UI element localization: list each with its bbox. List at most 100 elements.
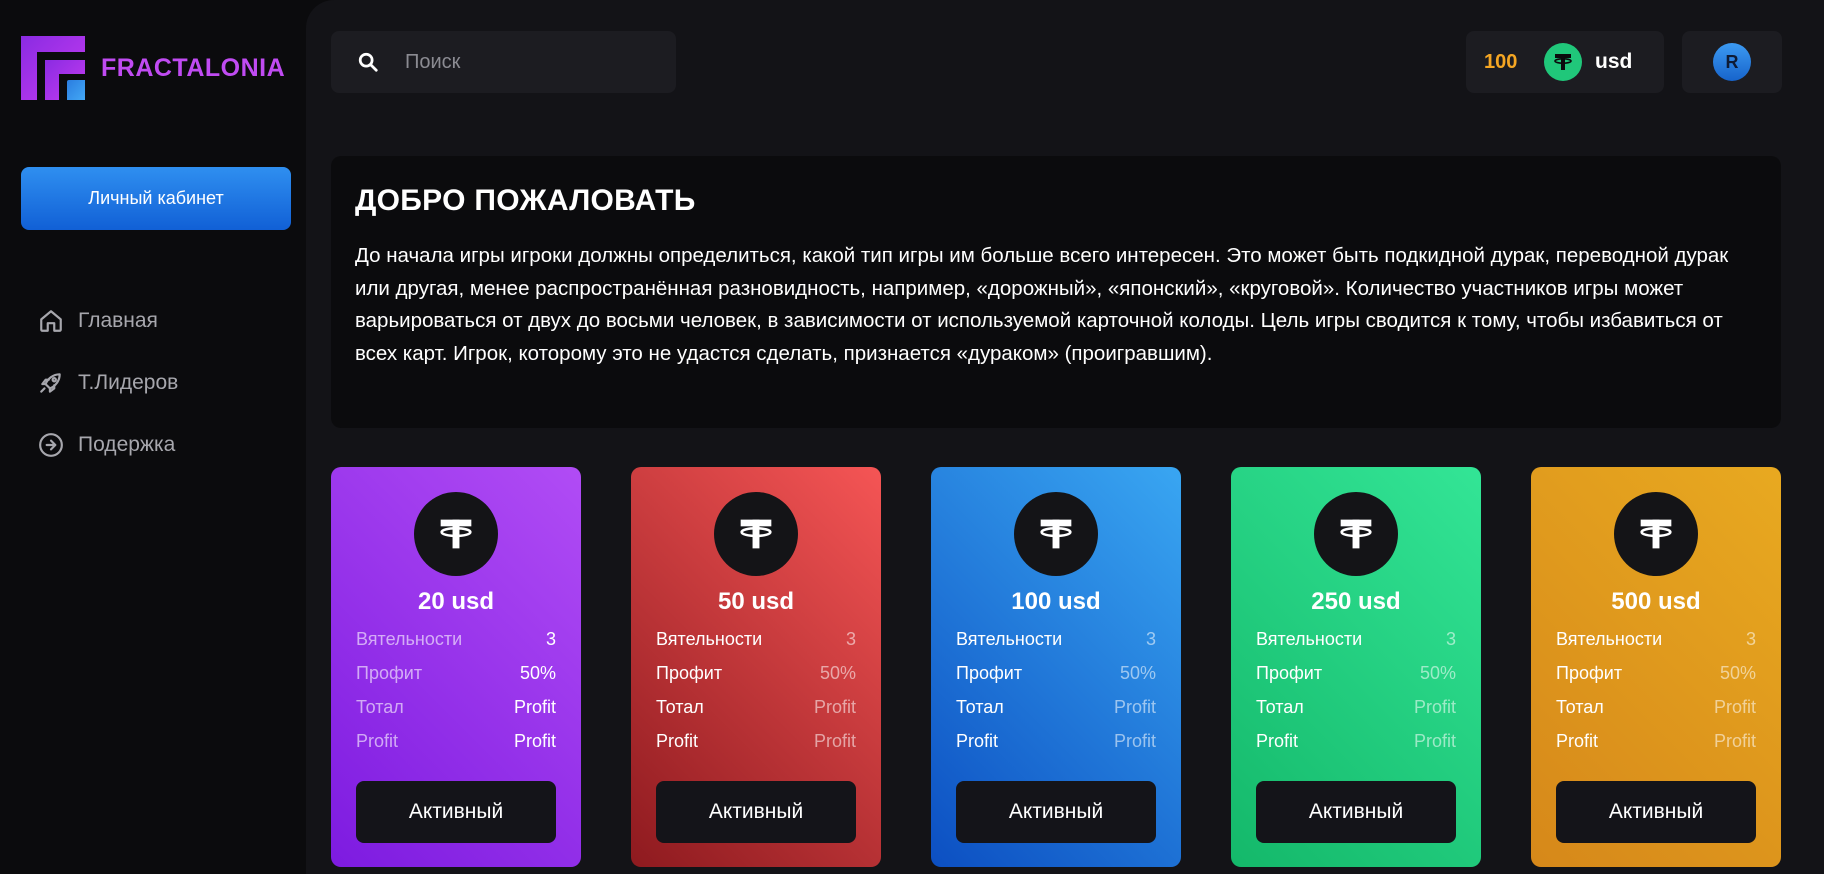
home-icon [38,308,64,334]
sidebar-item-label: Подержка [78,433,176,456]
activate-button[interactable]: Активный [1556,781,1756,843]
card-row: Вятельности 3 [1256,622,1456,656]
rocket-icon [38,370,64,396]
tariff-card-20: 20 usd Вятельности 3 Профит 50% Тотал Profi… [331,467,581,867]
card-row: Вятельности 3 [956,622,1156,656]
card-row-label: Вятельности [956,628,1063,649]
card-row-label: Профит [956,662,1023,683]
card-row-label: Profit [656,730,699,751]
card-row: Профит 50% [956,656,1156,690]
card-row: Профит 50% [356,656,556,690]
tether-icon [714,492,798,576]
card-row-label: Profit [956,730,999,751]
personal-cabinet-button[interactable]: Личный кабинет [21,167,291,230]
card-row-value: Profit [1113,696,1156,717]
card-row-label: Profit [356,730,399,751]
card-row-value: 3 [1745,628,1756,649]
logo[interactable]: FRACTALONIA [21,36,285,100]
card-row: Тотал Profit [356,690,556,724]
card-row-value: 3 [545,628,556,649]
welcome-title: ДОБРО ПОЖАЛОВАТЬ [355,184,696,217]
card-row-value: Profit [513,730,556,751]
activate-button[interactable]: Активный [1256,781,1456,843]
card-row: Профит 50% [1256,656,1456,690]
card-row-label: Тотал [656,696,704,717]
card-row-label: Вятельности [1556,628,1663,649]
card-row-value: 3 [1445,628,1456,649]
card-row: Тотал Profit [956,690,1156,724]
card-row-label: Profit [1556,730,1599,751]
card-row-value: 50% [1719,662,1756,683]
activate-button[interactable]: Активный [956,781,1156,843]
card-row: Тотал Profit [1556,690,1756,724]
card-amount: 250 usd [1311,588,1401,615]
tariff-card-250: 250 usd Вятельности 3 Профит 50% Тотал Prof… [1231,467,1481,867]
avatar[interactable]: R [1713,43,1751,81]
card-row-label: Вятельности [656,628,763,649]
card-row: Profit Profit [1256,724,1456,758]
card-row-value: Profit [1113,730,1156,751]
sidebar-item-home[interactable]: Главная [38,290,178,352]
activate-button[interactable]: Активный [356,781,556,843]
card-amount: 500 usd [1611,588,1701,615]
balance-widget[interactable]: 100 usd [1466,31,1664,93]
balance-amount: 100 [1484,50,1518,73]
card-row-value: 50% [1119,662,1156,683]
sidebar-nav: Главная Т.Лидеров Подержка [38,290,178,476]
tether-icon [1314,492,1398,576]
card-row-value: Profit [1713,730,1756,751]
card-row: Вятельности 3 [1556,622,1756,656]
card-amount: 20 usd [417,588,495,615]
card-row-value: Profit [813,696,856,717]
card-row-value: 3 [845,628,856,649]
card-row-label: Профит [656,662,723,683]
card-row-label: Тотал [956,696,1004,717]
logo-icon [21,36,85,100]
card-row-label: Тотал [1256,696,1304,717]
card-row-value: Profit [513,696,556,717]
card-row-value: Profit [1413,730,1456,751]
tariff-card-100: 100 usd Вятельности 3 Профит 50% Тотал Prof… [931,467,1181,867]
card-row-value: Profit [813,730,856,751]
search-box[interactable] [331,31,676,93]
card-row-label: Profit [1256,730,1299,751]
card-row-label: Тотал [1556,696,1604,717]
card-row-value: 50% [1419,662,1456,683]
welcome-text: До начала игры игроки должны определитьс… [355,244,1729,365]
activate-button[interactable]: Активный [656,781,856,843]
sidebar-item-label: Главная [78,309,158,332]
sidebar: FRACTALONIA Личный кабинет Главная Т.Лид… [0,0,306,874]
card-row-label: Профит [1256,662,1323,683]
tether-icon [1014,492,1098,576]
sidebar-item-label: Т.Лидеров [78,371,179,394]
card-row-value: 3 [1145,628,1156,649]
card-row: Вятельности 3 [356,622,556,656]
tariff-cards: 20 usd Вятельности 3 Профит 50% Тотал Profi… [331,467,1781,867]
search-input[interactable] [405,50,655,74]
card-row-label: Профит [1556,662,1623,683]
card-amount: 50 usd [717,588,795,615]
tether-icon [1544,43,1582,81]
card-row-label: Вятельности [1256,628,1363,649]
profile-menu[interactable]: R [1682,31,1782,93]
card-row: Profit Profit [1556,724,1756,758]
card-row: Тотал Profit [656,690,856,724]
sidebar-item-leaders[interactable]: Т.Лидеров [38,352,178,414]
card-row-value: 50% [819,662,856,683]
card-row-label: Профит [356,662,423,683]
tariff-card-50: 50 usd Вятельности 3 Профит 50% Тотал Profi… [631,467,881,867]
sidebar-item-support[interactable]: Подержка [38,414,178,476]
card-row: Тотал Profit [1256,690,1456,724]
search-icon [357,51,379,73]
welcome-panel: ДОБРО ПОЖАЛОВАТЬ До начала игры игроки д… [331,156,1781,428]
brand-name: FRACTALONIA [101,53,286,82]
card-row: Профит 50% [656,656,856,690]
card-row-value: Profit [1413,696,1456,717]
card-amount: 100 usd [1011,588,1101,615]
balance-currency: usd [1595,50,1633,73]
card-row-value: Profit [1713,696,1756,717]
card-row-value: 50% [519,662,556,683]
card-row: Профит 50% [1556,656,1756,690]
card-row-label: Вятельности [356,628,463,649]
tether-icon [414,492,498,576]
